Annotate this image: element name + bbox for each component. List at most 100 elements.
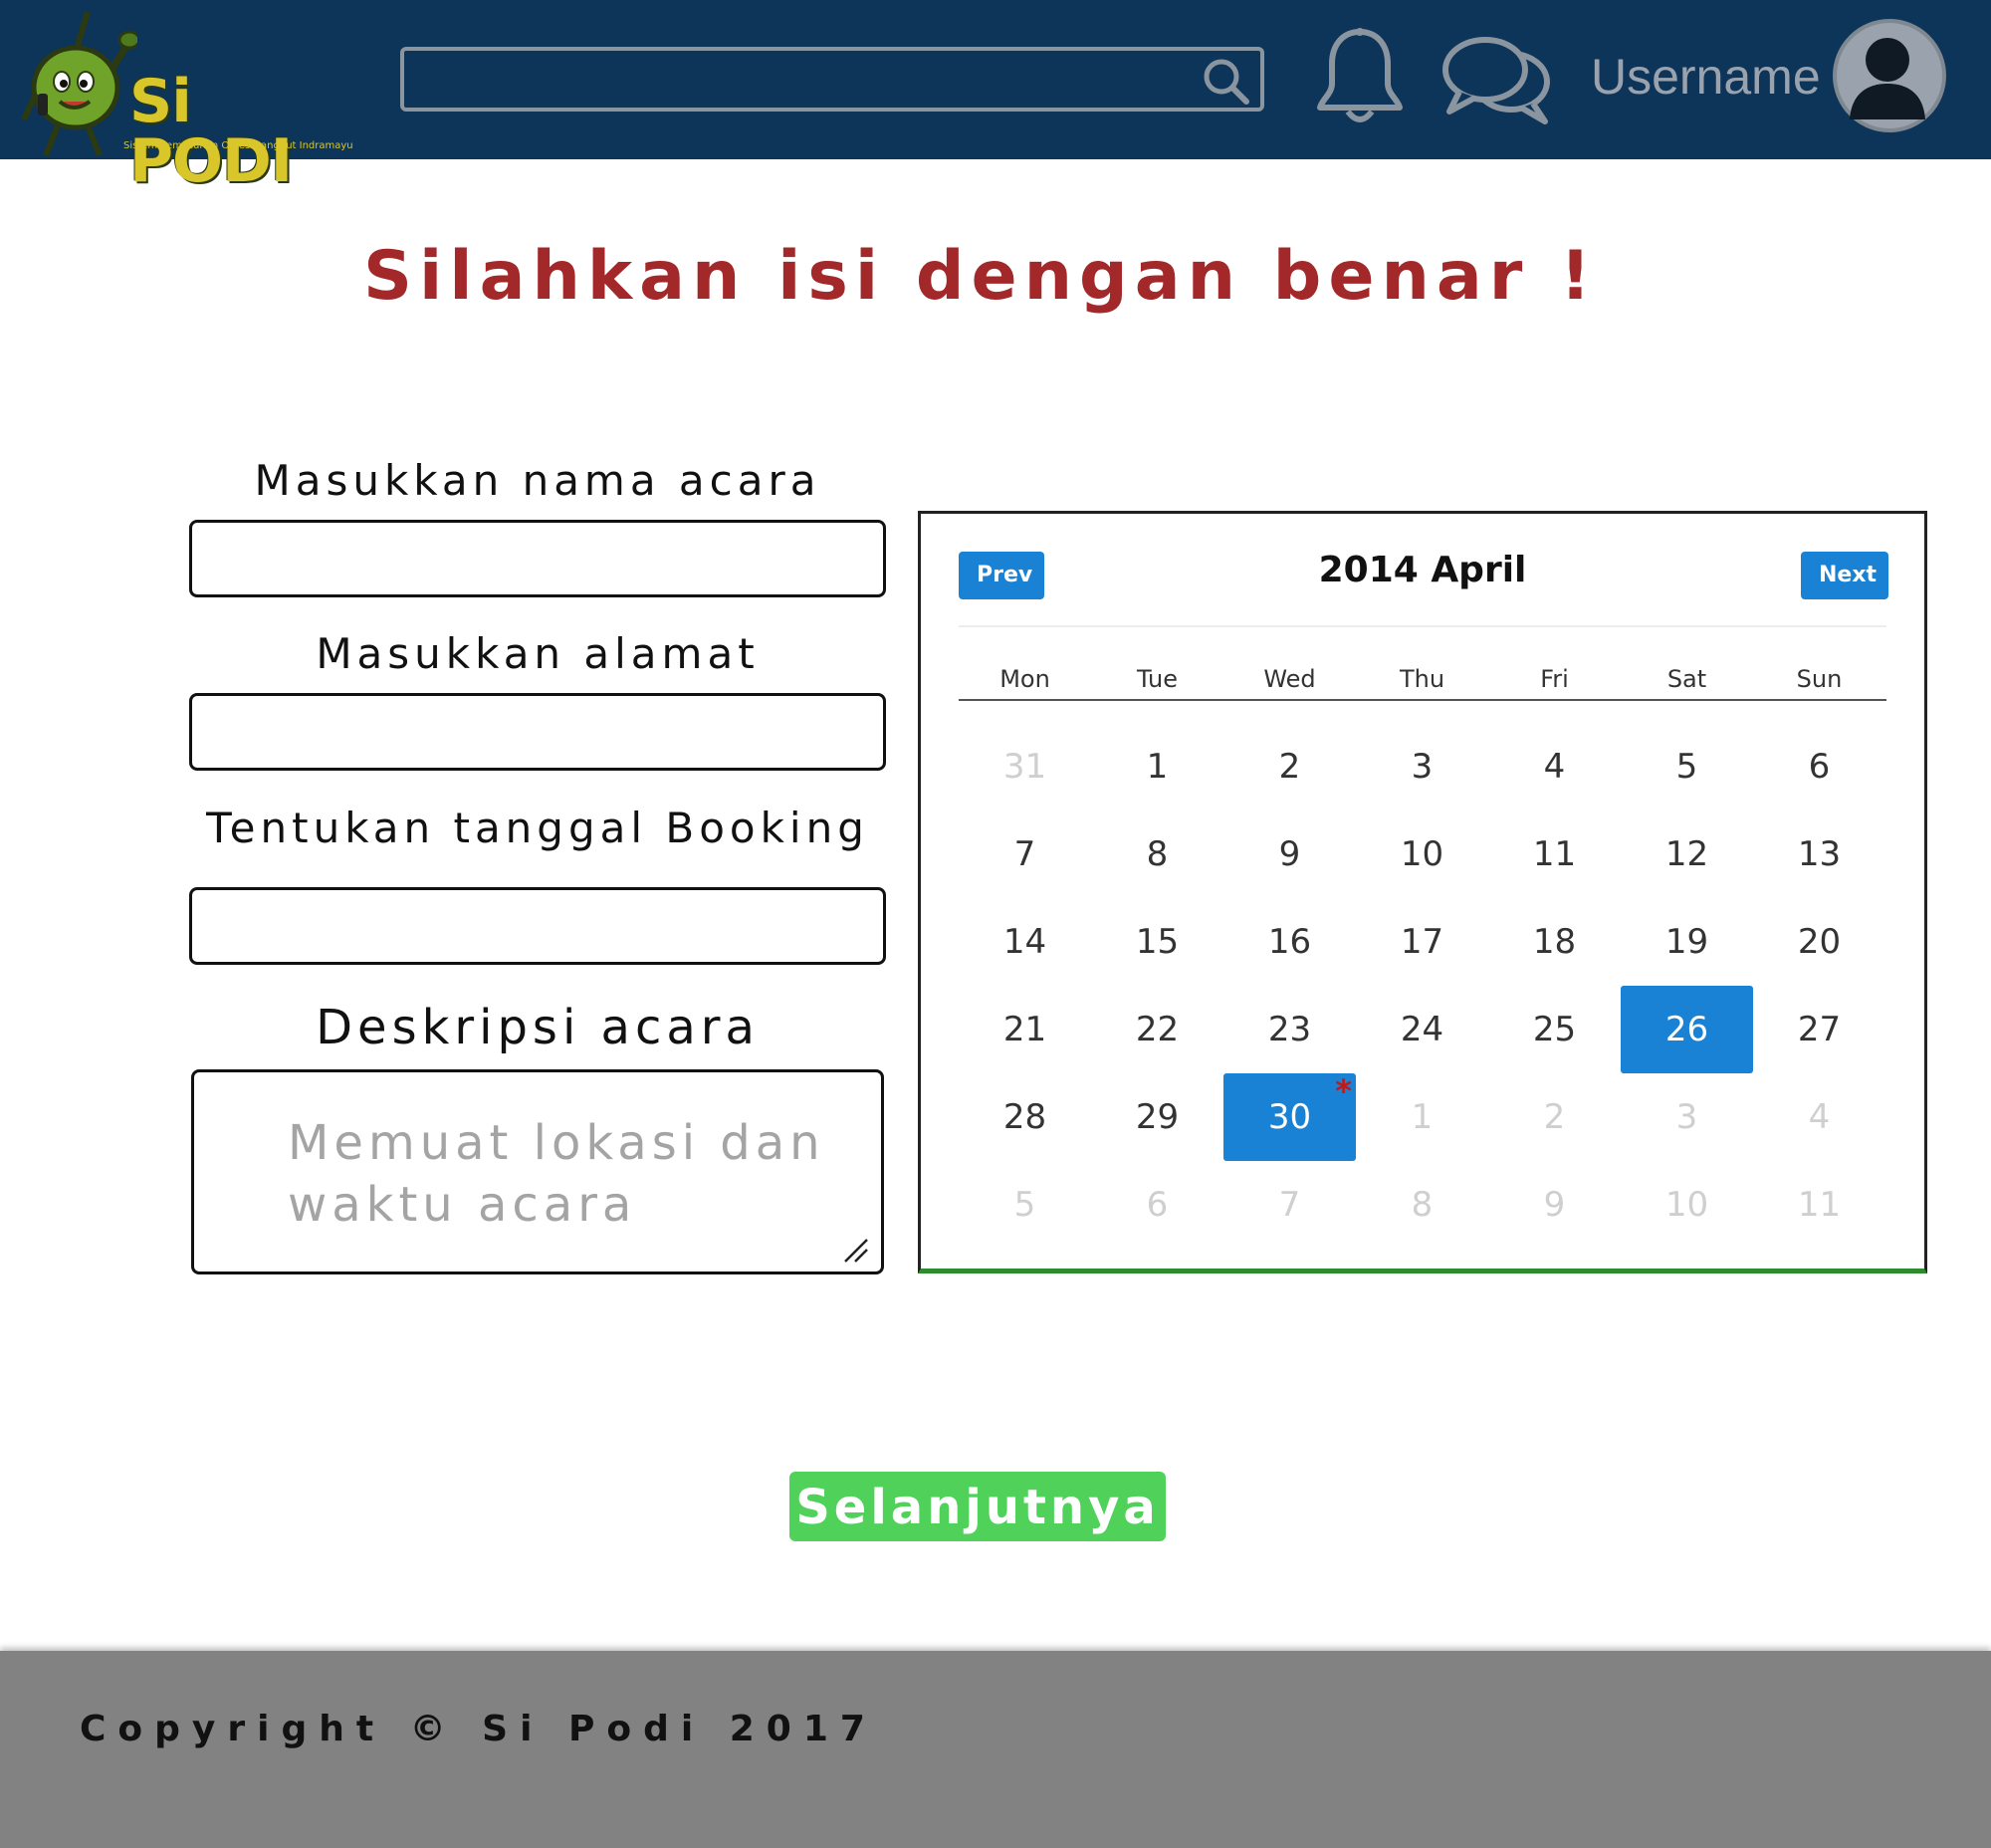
calendar-day-number: 4	[1808, 1097, 1831, 1137]
calendar-day-number: 6	[1808, 747, 1831, 787]
calendar-day-number: 25	[1532, 1010, 1577, 1049]
search-input[interactable]	[414, 57, 1195, 105]
calendar-day[interactable]: 11	[1488, 810, 1621, 898]
calendar-day-number: 19	[1664, 922, 1709, 962]
calendar-divider	[959, 625, 1886, 627]
calendar-day-number: 1	[1146, 747, 1169, 787]
calendar-day[interactable]: 19	[1621, 898, 1753, 986]
calendar-day[interactable]: 2	[1488, 1073, 1621, 1161]
calendar-day[interactable]: 29	[1091, 1073, 1223, 1161]
calendar-day[interactable]: 21	[959, 986, 1091, 1073]
calendar-weekday-header: Sun	[1796, 665, 1843, 693]
calendar-day-number: 10	[1664, 1185, 1709, 1225]
address-field[interactable]	[189, 693, 886, 771]
calendar-day[interactable]: 31	[959, 723, 1091, 810]
calendar-day[interactable]: 28	[959, 1073, 1091, 1161]
calendar-day[interactable]: 15	[1091, 898, 1223, 986]
calendar-day-number: 8	[1146, 834, 1169, 874]
calendar-day[interactable]: 3	[1356, 723, 1488, 810]
calendar-day-number: 9	[1543, 1185, 1566, 1225]
footer: Copyright © Si Podi 2017	[0, 1651, 1991, 1848]
calendar-widget: Prev 2014 April Next Mon Tue Wed Thu Fri Sat S…	[918, 511, 1927, 1273]
description-textarea[interactable]: Memuat lokasi dan waktu acara	[191, 1069, 884, 1274]
calendar-day-selected[interactable]: 30 *	[1223, 1073, 1356, 1161]
calendar-day[interactable]: 2	[1223, 723, 1356, 810]
calendar-day-number: 8	[1411, 1185, 1434, 1225]
calendar-day[interactable]: 5	[959, 1161, 1091, 1249]
logo-text: Si PODI	[129, 67, 293, 196]
calendar-day[interactable]: 1	[1091, 723, 1223, 810]
calendar-day[interactable]: 23	[1223, 986, 1356, 1073]
calendar-weekday-divider	[959, 699, 1886, 701]
logo-subtitle: Sistem Pemesanan Orkes Dangdut Indramayu	[123, 140, 353, 151]
search-box[interactable]	[400, 47, 1264, 112]
avatar-icon[interactable]	[1830, 16, 1949, 135]
calendar-day-selected[interactable]: 26	[1621, 986, 1753, 1073]
calendar-weekday-header: Wed	[1263, 665, 1316, 693]
calendar-day[interactable]: 17	[1356, 898, 1488, 986]
calendar-weekday-header: Tue	[1137, 665, 1178, 693]
copyright-text: Copyright © Si Podi 2017	[80, 1709, 877, 1749]
calendar-day[interactable]: 12	[1621, 810, 1753, 898]
calendar-day-number: 7	[1278, 1185, 1301, 1225]
calendar-day[interactable]: 14	[959, 898, 1091, 986]
calendar-day[interactable]: 6	[1091, 1161, 1223, 1249]
calendar-weekday-header: Sat	[1666, 665, 1707, 693]
calendar-day[interactable]: 10	[1621, 1161, 1753, 1249]
calendar-day[interactable]: 13	[1753, 810, 1885, 898]
calendar-weekday-header: Mon	[999, 665, 1050, 693]
calendar-day[interactable]: 9	[1488, 1161, 1621, 1249]
calendar-day[interactable]: 10	[1356, 810, 1488, 898]
chat-icon[interactable]	[1441, 34, 1553, 125]
calendar-weekday-header: Thu	[1399, 665, 1445, 693]
calendar-day[interactable]: 22	[1091, 986, 1223, 1073]
calendar-day-number: 30	[1267, 1097, 1312, 1137]
calendar-day-number: 1	[1411, 1097, 1434, 1137]
calendar-day[interactable]: 4	[1753, 1073, 1885, 1161]
calendar-day-number: 26	[1664, 1010, 1709, 1049]
calendar-day-number: 20	[1797, 922, 1842, 962]
calendar-day[interactable]: 25	[1488, 986, 1621, 1073]
event-name-field[interactable]	[189, 520, 886, 597]
logo-mascot-icon	[21, 11, 137, 157]
calendar-day[interactable]: 20	[1753, 898, 1885, 986]
calendar-day-number: 13	[1797, 834, 1842, 874]
calendar-day-number: 11	[1532, 834, 1577, 874]
calendar-day-number: 22	[1135, 1010, 1180, 1049]
resize-handle-icon[interactable]	[841, 1236, 869, 1264]
calendar-day-number: 31	[1002, 747, 1047, 787]
calendar-day[interactable]: 18	[1488, 898, 1621, 986]
calendar-day[interactable]: 6	[1753, 723, 1885, 810]
bell-icon[interactable]	[1314, 26, 1406, 127]
booking-date-field[interactable]	[189, 887, 886, 965]
calendar-day[interactable]: 8	[1356, 1161, 1488, 1249]
calendar-day-number: 3	[1675, 1097, 1698, 1137]
calendar-day[interactable]: 3	[1621, 1073, 1753, 1161]
calendar-day[interactable]: 8	[1091, 810, 1223, 898]
top-bar: Si PODI Sistem Pemesanan Orkes Dangdut I…	[0, 0, 1991, 191]
calendar-day-number: 9	[1278, 834, 1301, 874]
description-placeholder: Memuat lokasi dan waktu acara	[288, 1115, 825, 1233]
calendar-month-title: 2014 April	[1318, 550, 1527, 590]
calendar-day[interactable]: 5	[1621, 723, 1753, 810]
calendar-day-number: 4	[1543, 747, 1566, 787]
calendar-day[interactable]: 9	[1223, 810, 1356, 898]
username-label[interactable]: Username	[1591, 48, 1821, 106]
calendar-day[interactable]: 16	[1223, 898, 1356, 986]
calendar-day[interactable]: 4	[1488, 723, 1621, 810]
calendar-day[interactable]: 27	[1753, 986, 1885, 1073]
page-title: Silahkan isi dengan benar !	[362, 237, 1598, 316]
calendar-next-button[interactable]: Next	[1801, 552, 1888, 599]
calendar-weekday-header: Fri	[1540, 665, 1569, 693]
next-button[interactable]: Selanjutnya	[789, 1472, 1166, 1541]
search-icon[interactable]	[1201, 56, 1252, 108]
calendar-day[interactable]: 24	[1356, 986, 1488, 1073]
calendar-day[interactable]: 7	[959, 810, 1091, 898]
calendar-day-number: 2	[1543, 1097, 1566, 1137]
logo[interactable]: Si PODI Sistem Pemesanan Orkes Dangdut I…	[18, 10, 366, 191]
calendar-day[interactable]: 7	[1223, 1161, 1356, 1249]
calendar-day[interactable]: 11	[1753, 1161, 1885, 1249]
calendar-day[interactable]: 1	[1356, 1073, 1488, 1161]
calendar-day-number: 14	[1002, 922, 1047, 962]
calendar-day-number: 16	[1267, 922, 1312, 962]
